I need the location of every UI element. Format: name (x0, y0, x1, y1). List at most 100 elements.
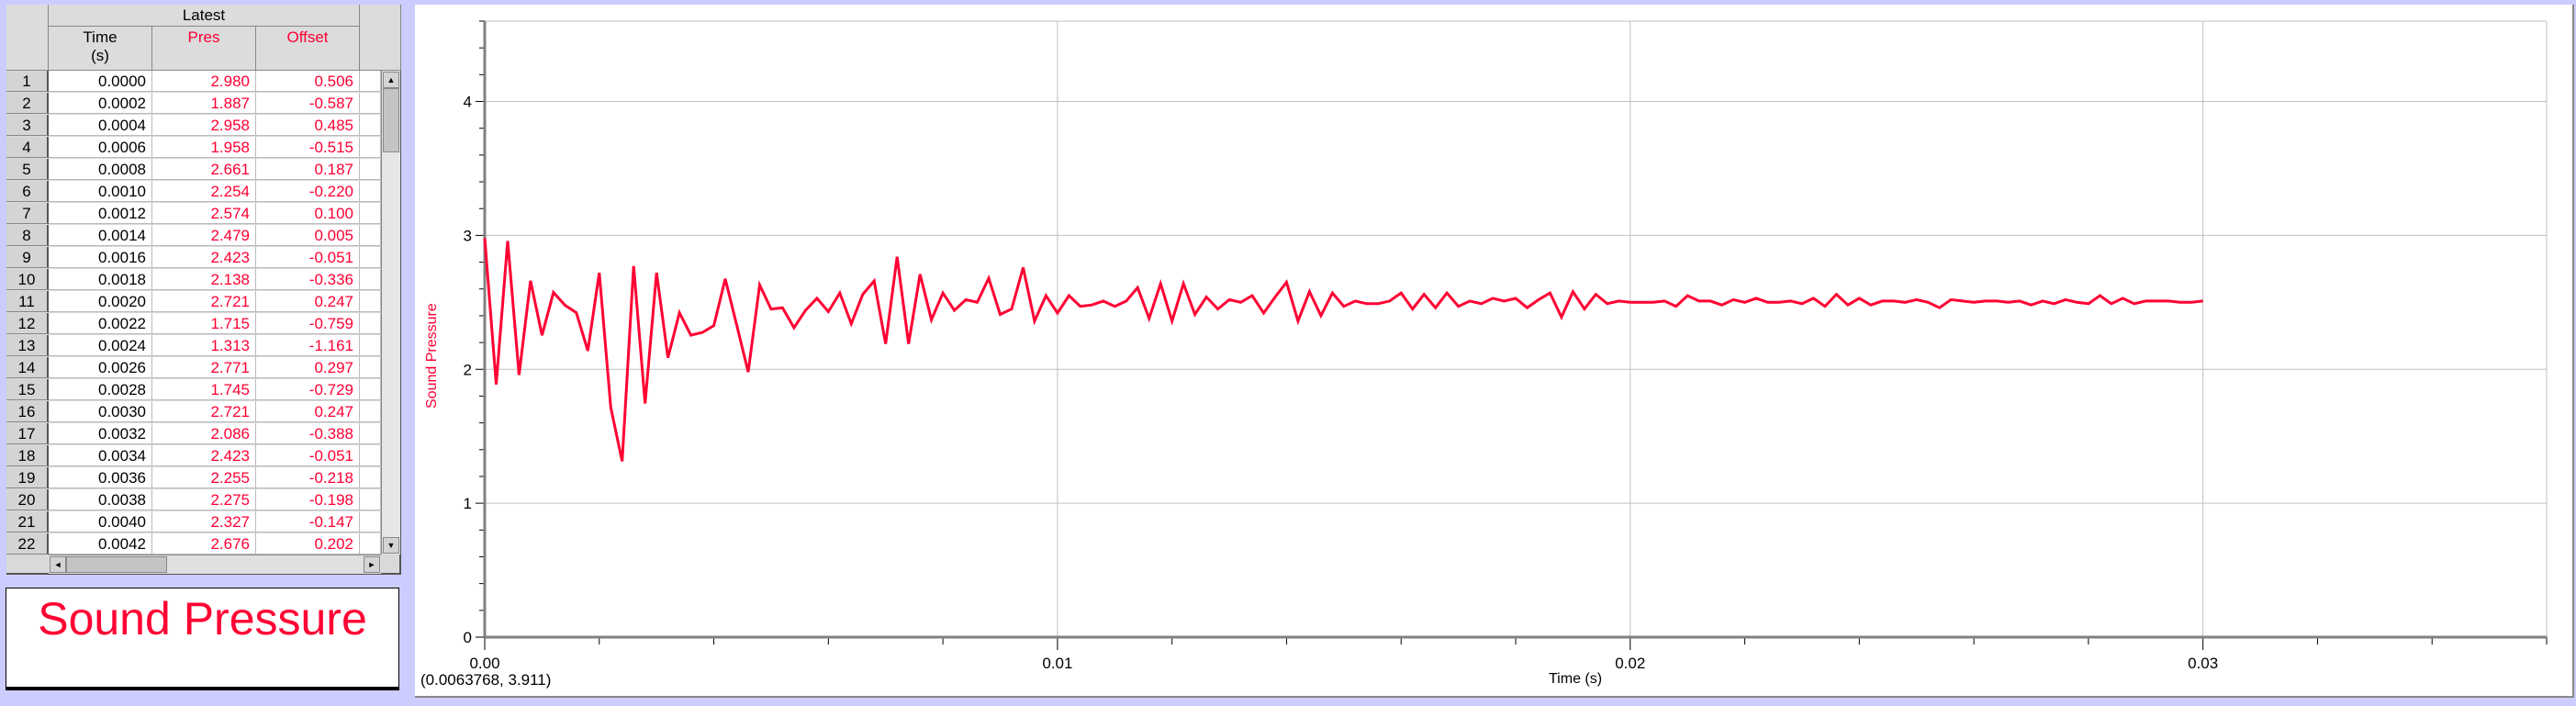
table-row[interactable]: 8 0.0014 2.479 0.005 (6, 225, 381, 247)
cell-pres[interactable]: 2.479 (152, 225, 256, 246)
cell-offset[interactable]: -0.051 (256, 247, 360, 268)
row-number[interactable]: 12 (6, 313, 49, 334)
arrow-up-icon[interactable]: ▲ (383, 72, 399, 88)
cell-time[interactable]: 0.0004 (49, 115, 152, 136)
row-number[interactable]: 19 (6, 467, 49, 488)
row-number[interactable]: 4 (6, 137, 49, 158)
cell-offset[interactable]: 0.005 (256, 225, 360, 246)
data-table[interactable]: Latest Time (s) Pres Offset 1 0.0000 2.980… (6, 5, 401, 575)
cell-offset[interactable]: 0.202 (256, 533, 360, 555)
row-number[interactable]: 13 (6, 335, 49, 356)
table-row[interactable]: 5 0.0008 2.661 0.187 (6, 159, 381, 181)
cell-time[interactable]: 0.0006 (49, 137, 152, 158)
cell-time[interactable]: 0.0002 (49, 93, 152, 114)
arrow-right-icon[interactable]: ► (364, 556, 380, 573)
table-row[interactable]: 19 0.0036 2.255 -0.218 (6, 467, 381, 489)
cell-offset[interactable]: -0.759 (256, 313, 360, 334)
table-row[interactable]: 21 0.0040 2.327 -0.147 (6, 511, 381, 533)
row-number[interactable]: 14 (6, 357, 49, 378)
cell-offset[interactable]: -0.587 (256, 93, 360, 114)
row-number[interactable]: 6 (6, 181, 49, 202)
cell-pres[interactable]: 2.661 (152, 159, 256, 180)
vertical-scrollbar[interactable]: ▲ ▼ (381, 71, 400, 555)
row-number[interactable]: 17 (6, 423, 49, 444)
cell-pres[interactable]: 1.745 (152, 379, 256, 400)
cell-time[interactable]: 0.0010 (49, 181, 152, 202)
cell-offset[interactable]: 0.187 (256, 159, 360, 180)
column-header-pres[interactable]: Pres (152, 27, 256, 71)
cell-pres[interactable]: 1.313 (152, 335, 256, 356)
cell-time[interactable]: 0.0008 (49, 159, 152, 180)
table-row[interactable]: 6 0.0010 2.254 -0.220 (6, 181, 381, 203)
cell-time[interactable]: 0.0032 (49, 423, 152, 444)
arrow-left-icon[interactable]: ◄ (50, 556, 66, 573)
cell-offset[interactable]: -0.051 (256, 445, 360, 466)
cell-offset[interactable]: 0.247 (256, 291, 360, 312)
cell-pres[interactable]: 2.980 (152, 71, 256, 92)
row-number[interactable]: 18 (6, 445, 49, 466)
cell-time[interactable]: 0.0040 (49, 511, 152, 532)
cell-offset[interactable]: -1.161 (256, 335, 360, 356)
table-row[interactable]: 10 0.0018 2.138 -0.336 (6, 269, 381, 291)
cell-time[interactable]: 0.0042 (49, 533, 152, 555)
table-row[interactable]: 17 0.0032 2.086 -0.388 (6, 423, 381, 445)
table-row[interactable]: 15 0.0028 1.745 -0.729 (6, 379, 381, 401)
cell-pres[interactable]: 2.255 (152, 467, 256, 488)
table-row[interactable]: 4 0.0006 1.958 -0.515 (6, 137, 381, 159)
cell-time[interactable]: 0.0016 (49, 247, 152, 268)
cell-offset[interactable]: -0.147 (256, 511, 360, 532)
cell-time[interactable]: 0.0038 (49, 489, 152, 510)
row-number[interactable]: 1 (6, 71, 49, 92)
cell-time[interactable]: 0.0022 (49, 313, 152, 334)
table-row[interactable]: 2 0.0002 1.887 -0.587 (6, 93, 381, 115)
cell-time[interactable]: 0.0026 (49, 357, 152, 378)
cell-offset[interactable]: 0.506 (256, 71, 360, 92)
cell-pres[interactable]: 2.423 (152, 445, 256, 466)
row-number[interactable]: 8 (6, 225, 49, 246)
column-header-time[interactable]: Time (s) (49, 27, 152, 71)
table-row[interactable]: 22 0.0042 2.676 0.202 (6, 533, 381, 555)
table-row[interactable]: 11 0.0020 2.721 0.247 (6, 291, 381, 313)
cell-offset[interactable]: -0.198 (256, 489, 360, 510)
cell-time[interactable]: 0.0014 (49, 225, 152, 246)
line-chart[interactable]: 0 1 2 3 4 0.00 0.01 0.02 0.03 (415, 5, 2574, 698)
table-row[interactable]: 3 0.0004 2.958 0.485 (6, 115, 381, 137)
cell-offset[interactable]: -0.218 (256, 467, 360, 488)
cell-time[interactable]: 0.0028 (49, 379, 152, 400)
cell-offset[interactable]: -0.729 (256, 379, 360, 400)
cell-pres[interactable]: 1.887 (152, 93, 256, 114)
cell-time[interactable]: 0.0018 (49, 269, 152, 290)
cell-offset[interactable]: -0.388 (256, 423, 360, 444)
table-row[interactable]: 12 0.0022 1.715 -0.759 (6, 313, 381, 335)
cell-time[interactable]: 0.0036 (49, 467, 152, 488)
cell-pres[interactable]: 2.771 (152, 357, 256, 378)
row-number[interactable]: 5 (6, 159, 49, 180)
table-row[interactable]: 1 0.0000 2.980 0.506 (6, 71, 381, 93)
horizontal-scrollbar[interactable]: ◄ ► (49, 555, 381, 574)
cell-time[interactable]: 0.0012 (49, 203, 152, 224)
cell-pres[interactable]: 2.958 (152, 115, 256, 136)
row-number[interactable]: 10 (6, 269, 49, 290)
cell-time[interactable]: 0.0024 (49, 335, 152, 356)
cell-pres[interactable]: 1.958 (152, 137, 256, 158)
scroll-thumb[interactable] (66, 556, 167, 573)
table-row[interactable]: 9 0.0016 2.423 -0.051 (6, 247, 381, 269)
cell-pres[interactable]: 2.423 (152, 247, 256, 268)
table-row[interactable]: 16 0.0030 2.721 0.247 (6, 401, 381, 423)
cell-time[interactable]: 0.0020 (49, 291, 152, 312)
cell-pres[interactable]: 2.574 (152, 203, 256, 224)
cell-pres[interactable]: 1.715 (152, 313, 256, 334)
table-row[interactable]: 14 0.0026 2.771 0.297 (6, 357, 381, 379)
cell-pres[interactable]: 2.721 (152, 291, 256, 312)
table-row[interactable]: 20 0.0038 2.275 -0.198 (6, 489, 381, 511)
graph-panel[interactable]: 0 1 2 3 4 0.00 0.01 0.02 0.03 Time (s) (0.006376… (415, 5, 2574, 698)
row-number[interactable]: 15 (6, 379, 49, 400)
cell-offset[interactable]: -0.220 (256, 181, 360, 202)
table-row[interactable]: 7 0.0012 2.574 0.100 (6, 203, 381, 225)
row-number[interactable]: 7 (6, 203, 49, 224)
row-number[interactable]: 9 (6, 247, 49, 268)
cell-offset[interactable]: 0.485 (256, 115, 360, 136)
column-header-offset[interactable]: Offset (256, 27, 360, 71)
cell-pres[interactable]: 2.254 (152, 181, 256, 202)
cell-pres[interactable]: 2.275 (152, 489, 256, 510)
